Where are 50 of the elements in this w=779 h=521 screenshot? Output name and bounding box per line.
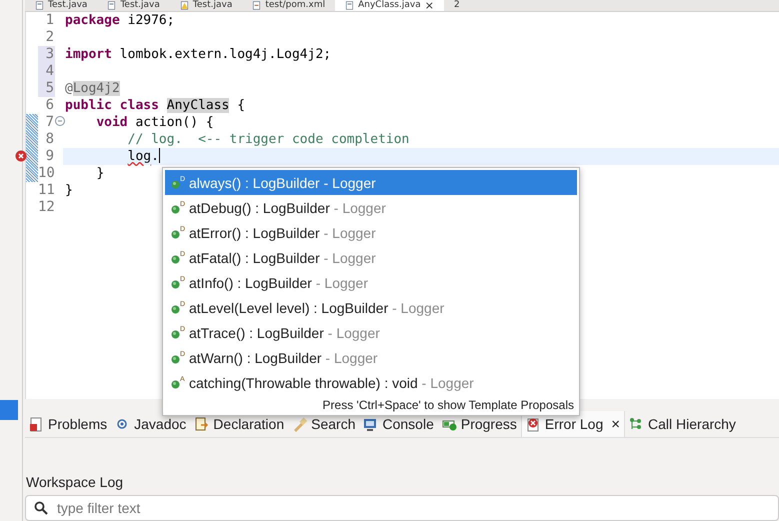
code-line: import lombok.extern.log4j.Log4j2; [65, 46, 332, 62]
line-number: 12 [38, 198, 55, 216]
line-number: 4 [38, 62, 55, 80]
code-line: public class AnyClass { [65, 98, 246, 113]
line-number: 10 [38, 164, 55, 182]
file-icon [107, 0, 116, 10]
selection-highlight [0, 400, 18, 420]
close-icon[interactable]: × [424, 0, 434, 11]
panel-title: Workspace Log [25, 473, 124, 491]
editor-tab[interactable]: Test.java [170, 0, 242, 11]
monitor-icon [363, 416, 378, 432]
panel-tab[interactable]: Javadoc [111, 411, 190, 437]
filter-field[interactable]: type filter text [25, 495, 779, 521]
code-line: // log. <-- trigger code completion [126, 132, 410, 147]
line-number: 2 [44, 28, 55, 46]
editor-tab[interactable]: test/pom.xml [242, 0, 336, 11]
editor-tab[interactable]: Test.java [25, 0, 98, 11]
panel-tab[interactable]: Declaration [190, 411, 288, 437]
warning-file-icon [180, 0, 189, 10]
file-icon [35, 0, 44, 10]
code-line: @Log4j2 [65, 80, 120, 96]
line-number: 6 [44, 96, 55, 114]
file-icon [345, 0, 354, 10]
file-icon [252, 0, 262, 10]
code-line: log. [126, 148, 160, 164]
line-number: 11 [38, 182, 55, 199]
line-number: 3 [38, 46, 55, 63]
line-number: 8 [44, 130, 55, 148]
panel-tab[interactable]: Search [288, 411, 360, 437]
declaration-icon [194, 416, 210, 432]
code-line: } [95, 166, 104, 181]
hint-text: Press 'Ctrl+Space' to show Template Proposals [322, 398, 575, 414]
editor-tab[interactable]: Test.java [97, 0, 170, 11]
panel-tab[interactable]: Console [359, 411, 438, 437]
error-log-icon [526, 416, 541, 432]
editor-tab[interactable]: 2 [444, 0, 470, 11]
line-number: 1 [44, 12, 55, 29]
editor-tab[interactable]: AnyClass.java × [335, 0, 444, 11]
panel-tab[interactable]: Problems [25, 411, 112, 437]
code-line: void action() { [95, 114, 214, 130]
code-line: } [65, 182, 73, 198]
close-icon[interactable]: × [611, 416, 620, 432]
panel-tab[interactable]: Progress [438, 411, 521, 437]
line-number: 7 [44, 114, 55, 131]
problems-icon [29, 416, 44, 432]
code-line: package i2976; [65, 12, 175, 28]
line-number: 9 [44, 148, 55, 165]
search-icon [34, 501, 48, 515]
line-number: 5 [38, 80, 55, 97]
panel-tab[interactable]: Call Hierarchy [625, 411, 740, 437]
